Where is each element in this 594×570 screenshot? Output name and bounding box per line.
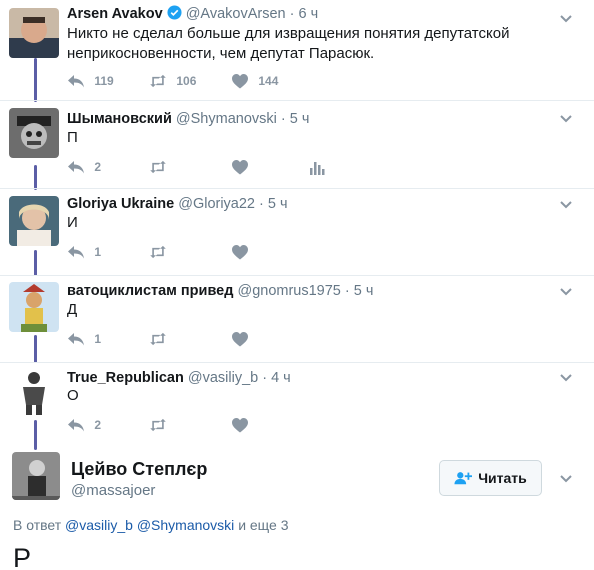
avatar[interactable] [9, 282, 59, 332]
like-icon [232, 244, 248, 260]
author-name[interactable]: Цейво Степлєр [71, 459, 207, 480]
reply-icon [68, 332, 84, 346]
tweet-time[interactable]: 4 ч [262, 370, 291, 386]
tweet[interactable]: Gloriya Ukraine @Gloriya22 5 ч И 1 [0, 189, 594, 275]
author-handle[interactable]: @massajoer [71, 482, 155, 499]
reply-prefix: В ответ [13, 517, 62, 533]
author-name[interactable]: True_Republican [67, 370, 184, 386]
reply-icon [68, 245, 84, 259]
retweet-button[interactable] [149, 329, 167, 347]
author-name[interactable]: Arsen Avakov [67, 6, 163, 22]
tweet[interactable]: True_Republican @vasiliy_b 4 ч О 2 [0, 363, 594, 445]
reply-icon [68, 74, 84, 88]
avatar[interactable] [9, 8, 59, 58]
retweet-icon [150, 332, 166, 345]
retweet-icon [150, 74, 166, 87]
reply-context: В ответ @vasiliy_b @Shymanovski и еще 3 [13, 517, 289, 533]
reply-button[interactable]: 2 [67, 415, 101, 433]
like-icon [232, 417, 248, 433]
tweet-text: Д [67, 301, 78, 318]
tweet[interactable]: Шымановский @Shymanovski 5 ч П 2 [0, 101, 594, 188]
follow-icon [454, 472, 473, 485]
tweet-text: И [67, 214, 78, 231]
like-icon [232, 331, 248, 347]
analytics-button[interactable] [308, 157, 326, 175]
mention-link[interactable]: @vasiliy_b [65, 517, 133, 533]
chevron-down-icon[interactable] [556, 367, 576, 387]
retweet-button[interactable] [149, 415, 167, 433]
like-button[interactable] [231, 415, 249, 433]
author-handle[interactable]: @Shymanovski [176, 111, 277, 127]
retweet-count: 106 [176, 73, 197, 88]
tweet-text: П [67, 129, 78, 146]
reply-count: 2 [94, 417, 102, 432]
reply-icon [68, 160, 84, 174]
tweet-text: Никто не сделал больше для извращения по… [67, 24, 509, 64]
author-handle[interactable]: @vasiliy_b [188, 370, 258, 386]
like-button[interactable]: 144 [231, 71, 278, 89]
like-button[interactable] [231, 242, 249, 260]
avatar[interactable] [9, 108, 59, 158]
reply-icon [68, 418, 84, 432]
retweet-icon [150, 245, 166, 258]
like-button[interactable] [231, 329, 249, 347]
tweet-time[interactable]: 6 ч [290, 6, 319, 22]
analytics-icon [310, 161, 325, 175]
avatar[interactable] [12, 452, 60, 500]
retweet-icon [150, 418, 166, 431]
like-button[interactable] [231, 157, 249, 175]
reply-count: 119 [94, 73, 114, 88]
reply-button[interactable]: 2 [67, 157, 101, 175]
reply-count: 1 [94, 331, 102, 346]
reply-count: 1 [94, 244, 102, 259]
reply-button[interactable]: 1 [67, 329, 101, 347]
chevron-down-icon[interactable] [556, 108, 576, 128]
reply-more-link[interactable]: и еще 3 [238, 517, 288, 533]
author-handle[interactable]: @Gloriya22 [178, 196, 255, 212]
tweet[interactable]: Arsen Avakov @AvakovArsen 6 ч Никто не с… [0, 0, 594, 100]
reply-count: 2 [94, 159, 102, 174]
follow-button[interactable]: Читать [439, 460, 542, 496]
tweet[interactable]: ватоциклистам привед @gnomrus1975 5 ч Д … [0, 276, 594, 362]
author-handle[interactable]: @gnomrus1975 [237, 283, 340, 299]
chevron-down-icon[interactable] [556, 194, 576, 214]
reply-button[interactable]: 1 [67, 242, 101, 260]
reply-button[interactable]: 119 [67, 71, 114, 89]
chevron-down-icon[interactable] [556, 8, 576, 28]
tweet-time[interactable]: 5 ч [345, 283, 374, 299]
author-handle[interactable]: @AvakovArsen [186, 6, 286, 22]
follow-label: Читать [478, 470, 527, 486]
tweet-text-line: Никто не сделал больше для извращения по… [67, 25, 510, 42]
like-icon [232, 73, 248, 89]
like-icon [232, 159, 248, 175]
chevron-down-icon[interactable] [556, 468, 576, 488]
tweet-text: Р [13, 543, 32, 570]
tweet-time[interactable]: 5 ч [259, 196, 288, 212]
verified-badge-icon [167, 5, 182, 20]
author-name[interactable]: Gloriya Ukraine [67, 196, 174, 212]
retweet-button[interactable]: 106 [149, 71, 196, 89]
retweet-button[interactable] [149, 157, 167, 175]
avatar[interactable] [9, 367, 59, 417]
like-count: 144 [258, 73, 279, 88]
avatar[interactable] [9, 196, 59, 246]
author-name[interactable]: Шымановский [67, 111, 172, 127]
tweet-text-line: неприкосновенности, чем депутат Парасюк. [67, 45, 375, 62]
mention-link[interactable]: @Shymanovski [137, 517, 234, 533]
chevron-down-icon[interactable] [556, 281, 576, 301]
retweet-button[interactable] [149, 242, 167, 260]
retweet-icon [150, 160, 166, 173]
tweet-text: О [67, 387, 79, 404]
tweet-time[interactable]: 5 ч [281, 111, 310, 127]
author-name[interactable]: ватоциклистам привед [67, 283, 233, 299]
